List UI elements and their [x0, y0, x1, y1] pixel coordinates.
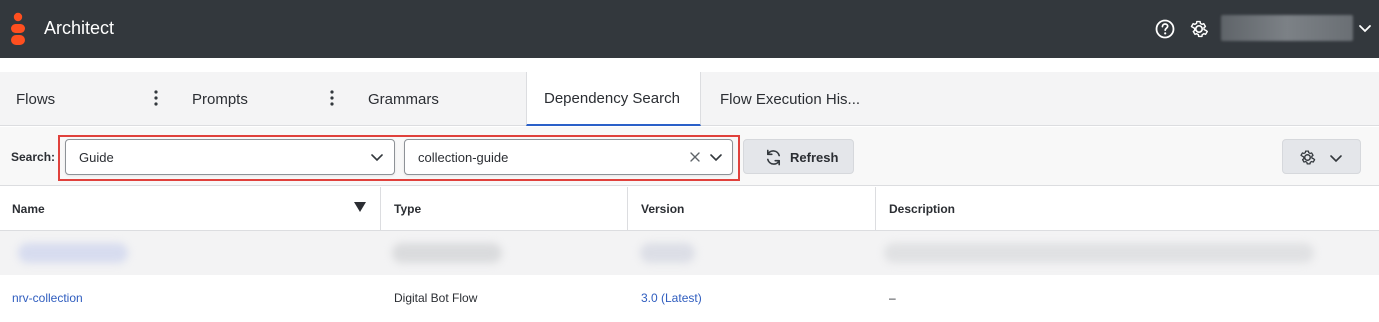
column-header-description[interactable]: Description — [876, 187, 1379, 231]
search-label: Search: — [11, 150, 56, 164]
search-highlight-box — [58, 135, 740, 181]
architect-logo-icon — [11, 12, 25, 45]
flow-version-link[interactable]: 3.0 (Latest) — [641, 291, 702, 305]
top-header: Architect — [0, 0, 1379, 58]
column-header-label: Version — [641, 202, 685, 216]
more-vertical-icon[interactable] — [151, 88, 161, 108]
app-title: Architect — [44, 18, 115, 38]
tab-dependency-search[interactable]: Dependency Search — [526, 72, 701, 126]
column-header-label: Type — [394, 202, 422, 216]
tab-prompts[interactable]: Prompts — [192, 72, 248, 126]
flow-description-cell: – — [889, 291, 896, 305]
help-icon[interactable] — [1154, 18, 1176, 40]
flow-name-link[interactable]: nrv-collection — [12, 291, 83, 305]
column-header-type[interactable]: Type — [381, 187, 628, 231]
chevron-down-icon — [1330, 155, 1342, 163]
gear-icon[interactable] — [1188, 18, 1210, 40]
refresh-label: Refresh — [790, 150, 839, 165]
redacted-cell — [392, 243, 502, 263]
more-vertical-icon[interactable] — [327, 88, 337, 108]
gear-icon — [1300, 150, 1316, 165]
table-row-redacted[interactable] — [0, 231, 1379, 275]
column-header-name[interactable]: Name — [0, 187, 381, 231]
refresh-icon — [766, 149, 781, 166]
refresh-button[interactable]: Refresh — [743, 139, 854, 174]
tab-grammars[interactable]: Grammars — [368, 72, 439, 126]
redacted-cell — [640, 243, 695, 263]
table-header: Name Type Version Description — [0, 187, 1379, 231]
redacted-cell — [884, 243, 1314, 263]
table-row[interactable]: nrv-collection Digital Bot Flow 3.0 (Lat… — [0, 275, 1379, 319]
sort-descending-icon[interactable] — [354, 202, 366, 212]
search-toolbar: Search: Guide collection-guide Refresh — [0, 127, 1379, 186]
table-settings-button[interactable] — [1282, 139, 1361, 174]
tab-flows[interactable]: Flows — [16, 72, 55, 126]
redacted-cell — [18, 243, 128, 263]
column-header-label: Description — [889, 202, 956, 216]
column-header-version[interactable]: Version — [628, 187, 876, 231]
chevron-down-icon[interactable] — [1357, 20, 1373, 36]
tab-flow-execution-history[interactable]: Flow Execution His... — [720, 72, 860, 126]
user-menu-obscured[interactable] — [1221, 15, 1353, 41]
tab-strip: Flows Prompts Grammars Dependency Search… — [0, 72, 1379, 126]
column-header-label: Name — [12, 202, 45, 216]
flow-type-cell: Digital Bot Flow — [394, 291, 478, 305]
